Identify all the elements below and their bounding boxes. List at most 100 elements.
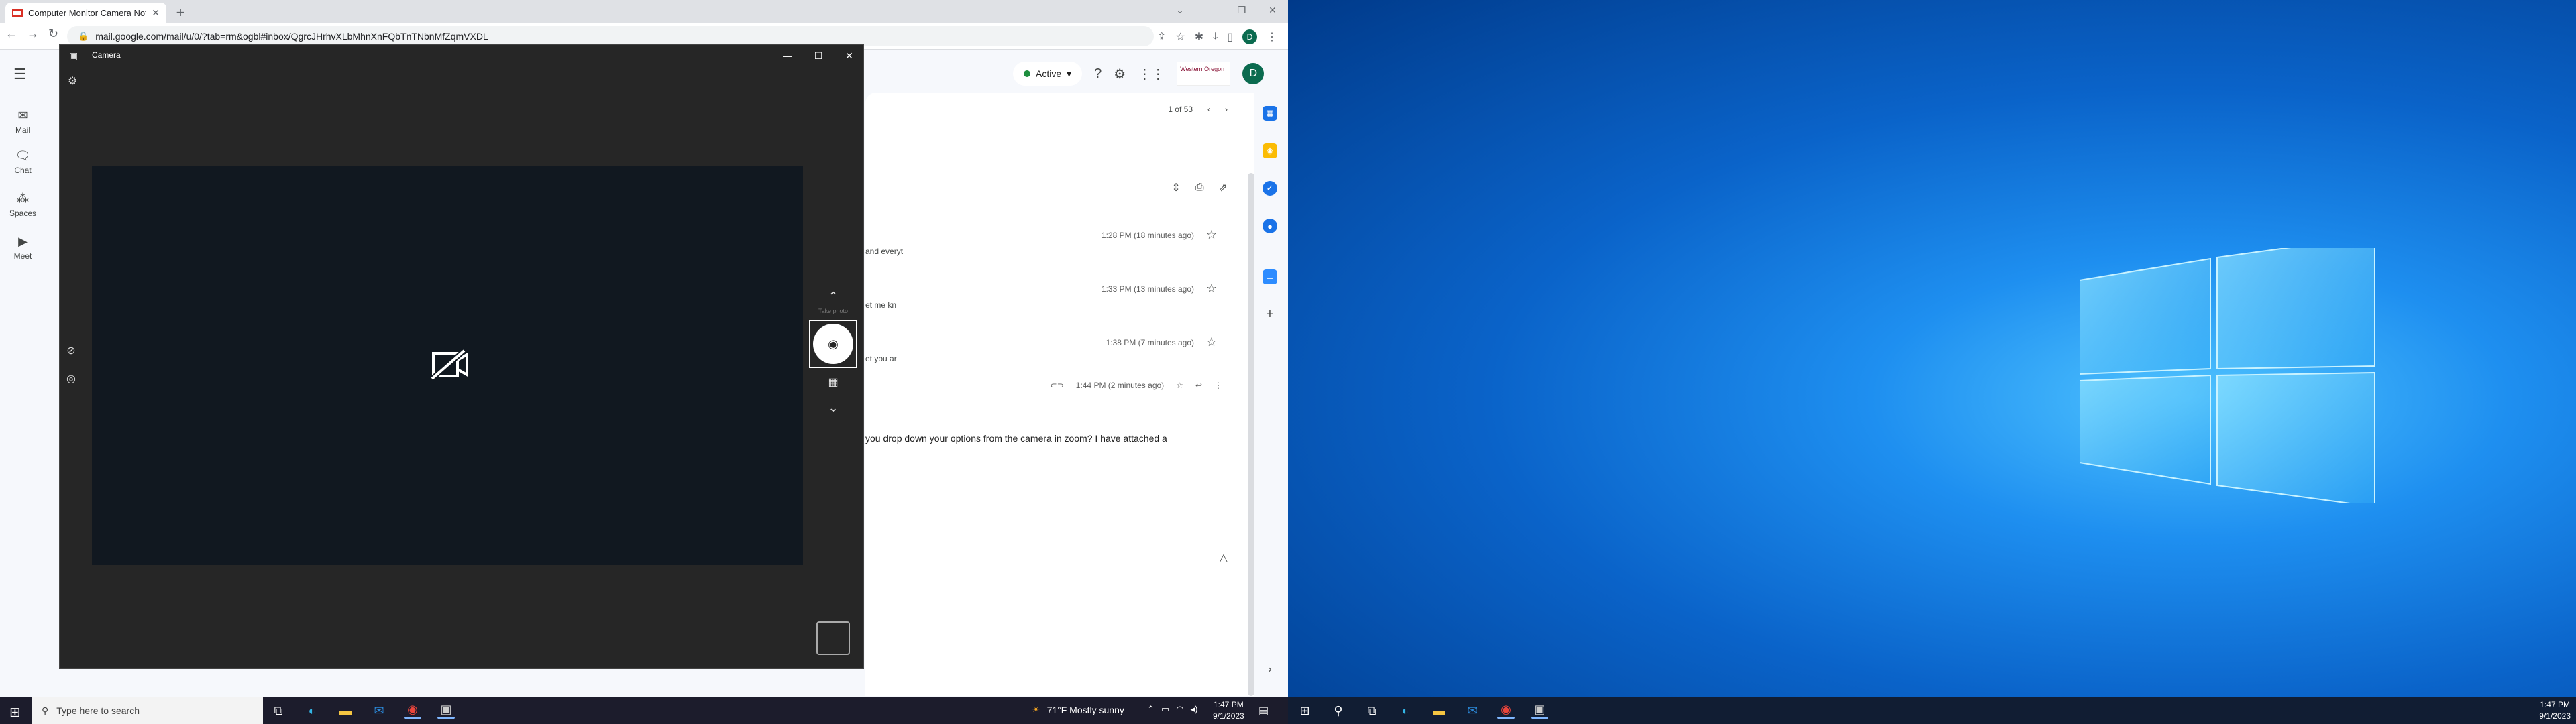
browser-tab[interactable]: Computer Monitor Camera Not... ✕: [5, 3, 166, 23]
close-tab-icon[interactable]: ✕: [152, 7, 160, 19]
pager-count: 1 of 53: [1168, 105, 1193, 114]
chrome-icon[interactable]: ◉: [1497, 702, 1515, 719]
rail-item-chat[interactable]: 🗨 Chat: [0, 149, 46, 175]
tray-chevron-up-icon[interactable]: ⌃: [1147, 704, 1155, 715]
calendar-icon[interactable]: ▦: [1263, 106, 1277, 121]
bookmark-star-icon[interactable]: ☆: [1175, 30, 1185, 44]
message-time: 1:38 PM (7 minutes ago): [1106, 338, 1194, 347]
system-tray: ⌃ ▭ ◠ ◂): [1147, 704, 1197, 715]
message-time: 1:33 PM (13 minutes ago): [1101, 284, 1194, 294]
edge-icon[interactable]: ◐: [303, 702, 321, 719]
previous-icon[interactable]: ‹: [1208, 105, 1210, 114]
clock-date: 9/1/2023: [2539, 711, 2571, 721]
side-panel-icon[interactable]: ▯: [1227, 30, 1233, 44]
expand-all-icon[interactable]: ⇕: [1171, 181, 1180, 194]
more-options-icon[interactable]: ⋮: [1214, 381, 1222, 390]
gmail-icon: [12, 9, 23, 17]
network-icon[interactable]: ▭: [1161, 704, 1169, 715]
taskbar-clock[interactable]: 1:47 PM 9/1/2023: [2539, 699, 2571, 722]
share-icon[interactable]: ⇪: [1157, 30, 1166, 44]
chevron-down-icon[interactable]: ⌄: [1165, 5, 1195, 16]
back-button[interactable]: ←: [5, 27, 17, 41]
grid-icon[interactable]: ▦: [828, 368, 838, 396]
message-time: 1:44 PM (2 minutes ago): [1075, 381, 1165, 390]
tasks-icon[interactable]: ✓: [1263, 181, 1277, 196]
camera-icon[interactable]: ▣: [1531, 702, 1548, 719]
gmail-side-rail: ☰ ✉ Mail 🗨 Chat ⁂ Spaces ▶ Meet: [0, 50, 46, 697]
search-placeholder: Type here to search: [56, 705, 140, 716]
settings-gear-icon[interactable]: ⚙: [1114, 66, 1126, 82]
notification-icon[interactable]: ▤: [1258, 704, 1269, 717]
brightness-icon[interactable]: ◎: [66, 372, 76, 385]
search-icon[interactable]: ⚲: [1330, 702, 1347, 719]
rail-item-mail[interactable]: ✉ Mail: [0, 109, 46, 135]
apps-grid-icon[interactable]: ⋮⋮: [1138, 66, 1165, 82]
menu-dots-icon[interactable]: ⋮: [1267, 30, 1277, 44]
message-row[interactable]: et you ar 1:38 PM (7 minutes ago) ☆: [865, 335, 1241, 378]
star-icon[interactable]: ☆: [1176, 381, 1183, 390]
contacts-icon[interactable]: ●: [1263, 219, 1277, 233]
profile-avatar[interactable]: D: [1242, 29, 1257, 44]
restore-button[interactable]: ❐: [1226, 5, 1257, 16]
mail-icon[interactable]: ✉: [1464, 702, 1481, 719]
address-bar[interactable]: 🔒 mail.google.com/mail/u/0/?tab=rm&ogbl#…: [67, 26, 1154, 46]
mail-icon[interactable]: ✉: [370, 702, 388, 719]
keep-icon[interactable]: ◈: [1263, 143, 1277, 158]
new-tab-button[interactable]: +: [172, 4, 189, 21]
chrome-icon[interactable]: ◉: [404, 702, 421, 719]
file-explorer-icon[interactable]: ▬: [337, 702, 354, 719]
drive-icon[interactable]: △: [1220, 551, 1228, 564]
reload-button[interactable]: ↻: [48, 27, 58, 41]
next-icon[interactable]: ›: [1225, 105, 1228, 114]
task-view-icon[interactable]: ⧉: [270, 702, 287, 719]
navigation-buttons: ← → ↻: [5, 27, 58, 41]
close-button[interactable]: ✕: [1257, 5, 1288, 16]
download-icon[interactable]: ⤓: [1213, 31, 1218, 43]
timer-icon[interactable]: ⊘: [66, 344, 75, 357]
open-new-window-icon[interactable]: ⇗: [1219, 181, 1228, 194]
gallery-thumbnail[interactable]: [816, 621, 850, 655]
chevron-down-icon[interactable]: ⌄: [828, 396, 838, 419]
close-button[interactable]: ✕: [834, 50, 865, 62]
rail-item-spaces[interactable]: ⁂ Spaces: [0, 192, 46, 218]
star-icon[interactable]: ☆: [1206, 282, 1217, 296]
lock-icon[interactable]: 🔒: [78, 31, 89, 42]
file-explorer-icon[interactable]: ▬: [1430, 702, 1448, 719]
forward-button[interactable]: →: [27, 27, 39, 41]
extensions-icon[interactable]: ✱: [1195, 30, 1203, 44]
wifi-icon[interactable]: ◠: [1176, 704, 1183, 715]
chevron-down-icon: ▾: [1067, 68, 1072, 79]
edge-icon[interactable]: ◐: [1397, 702, 1414, 719]
weather-widget[interactable]: ☀ 71°F Mostly sunny: [1032, 704, 1124, 715]
reply-icon[interactable]: ↩: [1195, 381, 1202, 390]
add-icon[interactable]: +: [1263, 307, 1277, 322]
print-icon[interactable]: ⎙: [1195, 182, 1204, 194]
task-view-icon[interactable]: ⧉: [1363, 702, 1381, 719]
status-button[interactable]: Active ▾: [1013, 62, 1083, 86]
taskbar-search[interactable]: ⚲ Type here to search: [32, 697, 263, 724]
windows-start-icon[interactable]: ⊞: [1296, 702, 1313, 719]
take-photo-button[interactable]: ◉: [809, 320, 857, 368]
taskbar-clock[interactable]: 1:47 PM 9/1/2023: [1213, 699, 1244, 722]
message-row[interactable]: et me kn 1:33 PM (13 minutes ago) ☆: [865, 282, 1241, 324]
star-icon[interactable]: ☆: [1206, 228, 1217, 242]
windows-start-icon[interactable]: ⊞: [9, 704, 21, 721]
zoom-icon[interactable]: ▭: [1263, 269, 1277, 284]
chat-icon: 🗨: [15, 149, 31, 162]
main-menu-icon[interactable]: ☰: [13, 66, 27, 83]
camera-icon[interactable]: ▣: [437, 702, 455, 719]
minimize-button[interactable]: —: [772, 50, 803, 61]
settings-gear-icon[interactable]: ⚙: [68, 74, 77, 88]
chevron-up-icon[interactable]: ⌃: [828, 285, 838, 308]
rail-label: Chat: [14, 166, 32, 175]
minimize-button[interactable]: —: [1195, 5, 1226, 15]
chevron-right-icon[interactable]: ›: [1263, 662, 1277, 677]
rail-item-meet[interactable]: ▶ Meet: [0, 235, 46, 261]
help-icon[interactable]: ?: [1094, 66, 1102, 82]
account-avatar[interactable]: D: [1242, 63, 1265, 84]
organization-logo[interactable]: Western Oregon: [1177, 62, 1231, 86]
maximize-button[interactable]: ☐: [803, 50, 834, 62]
message-row[interactable]: and everyt 1:28 PM (18 minutes ago) ☆: [865, 228, 1241, 271]
star-icon[interactable]: ☆: [1206, 335, 1217, 349]
volume-icon[interactable]: ◂): [1191, 704, 1198, 715]
